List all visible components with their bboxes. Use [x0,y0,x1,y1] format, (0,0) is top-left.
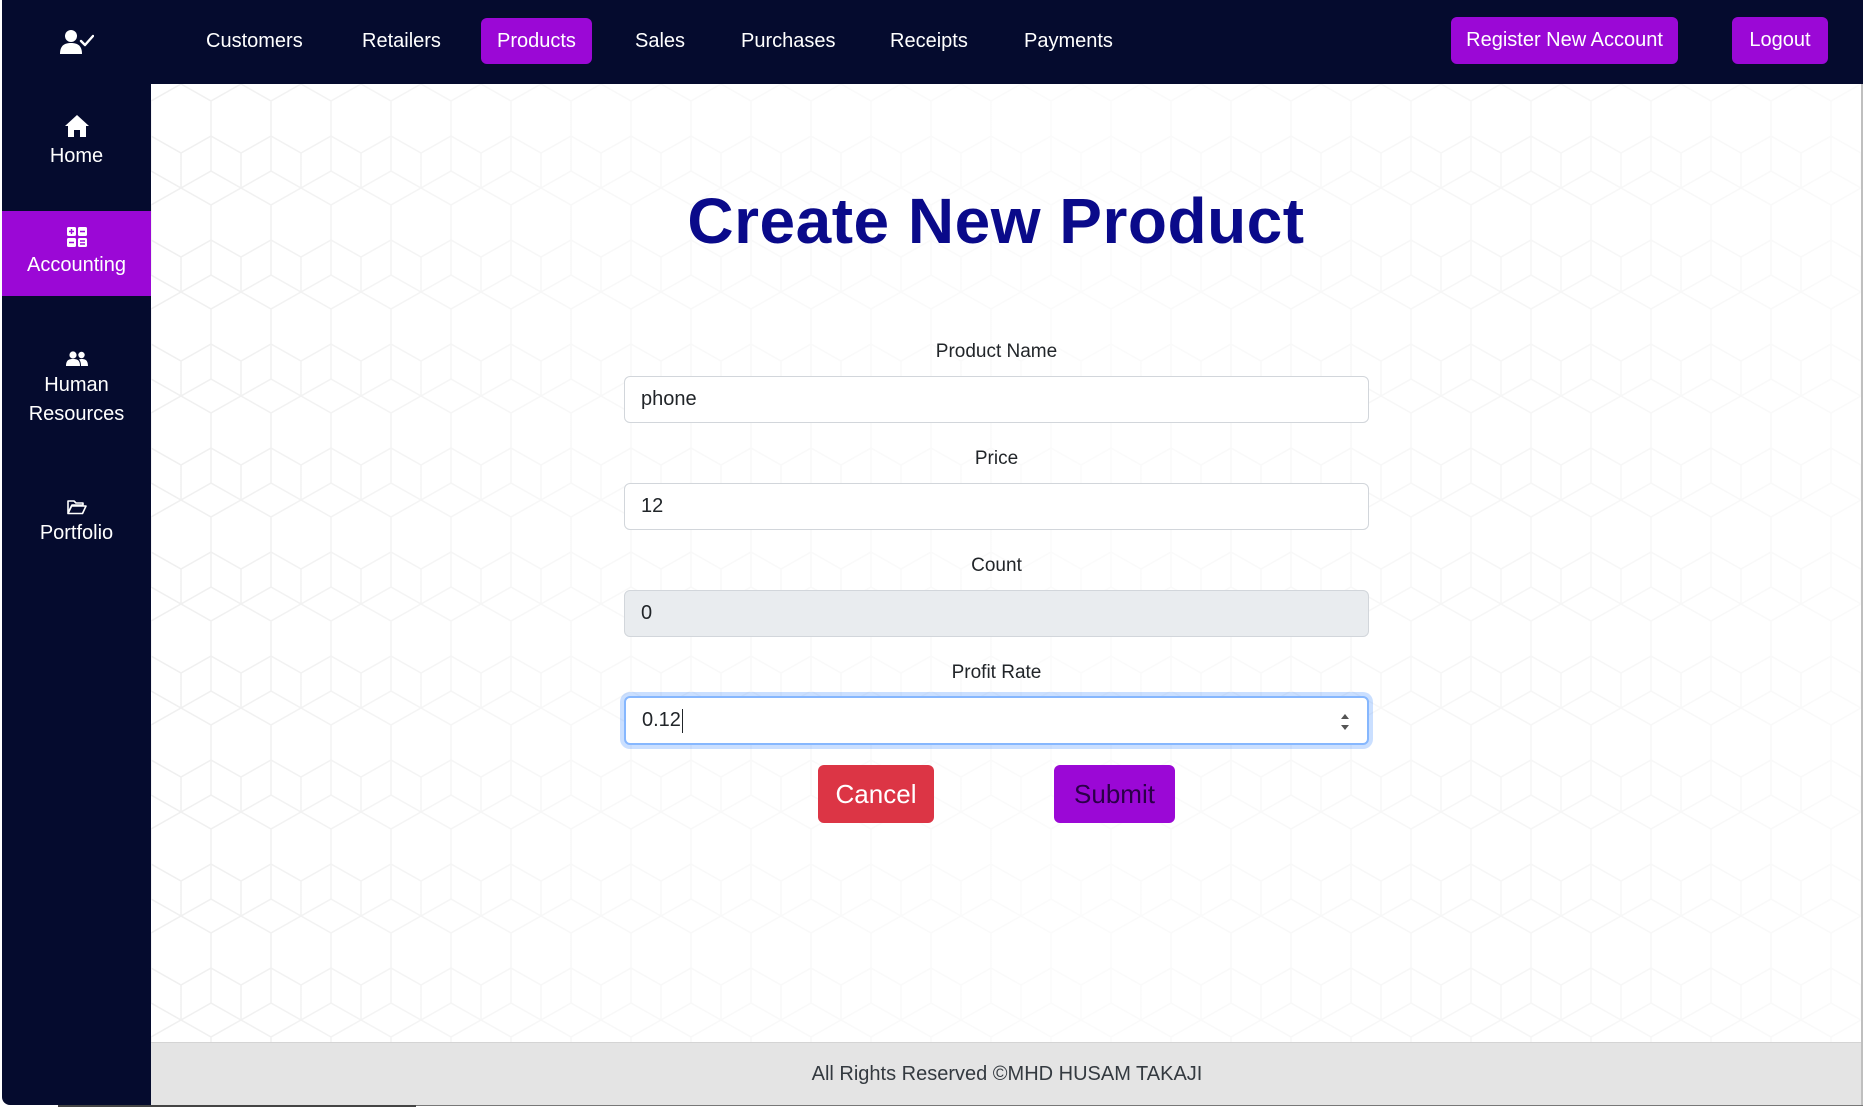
top-navbar: Customers Retailers Products Sales Purch… [151,0,1863,84]
main-content: Create New Product Product Name phone Pr… [151,84,1863,1042]
price-input[interactable]: 12 [624,483,1369,530]
user-check-icon[interactable] [2,0,151,84]
logout-button[interactable]: Logout [1732,17,1828,64]
profit-rate-label: Profit Rate [951,662,1042,683]
profit-rate-input[interactable]: 0.12 [624,696,1369,745]
text-caret [681,708,684,733]
app-page: Home Accounting Human Resources Portfoli… [0,0,1863,1109]
price-value: 12 [641,495,664,517]
sidebar-item-label: Human [44,374,109,396]
sidebar-item-label: Accounting [27,254,126,276]
nav-customers[interactable]: Customers [190,18,319,64]
submit-button[interactable]: Submit [1054,765,1175,823]
count-input: 0 [624,590,1369,637]
number-spinner-icon[interactable] [1339,711,1351,733]
folder-open-icon [66,499,87,514]
sidebar-item-label: Resources [28,403,125,425]
nav-purchases[interactable]: Purchases [725,18,852,64]
footer-copyright: All Rights Reserved ©MHD HUSAM TAKAJI [811,1062,1203,1085]
product-name-label: Product Name [935,341,1058,362]
product-name-input[interactable]: phone [624,376,1369,423]
register-new-account-button[interactable]: Register New Account [1451,17,1678,64]
page-title: Create New Product [687,185,1305,257]
bottom-divider [58,1105,416,1107]
sidebar-item-accounting[interactable]: Accounting [2,211,151,296]
nav-sales[interactable]: Sales [619,18,701,64]
nav-retailers[interactable]: Retailers [346,18,457,64]
price-label: Price [974,448,1019,469]
count-label: Count [971,555,1022,576]
cancel-button[interactable]: Cancel [818,765,934,823]
sidebar-item-portfolio[interactable]: Portfolio [2,488,151,558]
nav-payments[interactable]: Payments [1008,18,1129,64]
sidebar-item-home[interactable]: Home [2,100,151,184]
calculator-icon [66,227,87,247]
home-icon [64,114,89,137]
sidebar-item-label: Portfolio [39,521,114,544]
count-value: 0 [641,602,653,624]
profit-rate-value: 0.12 [642,709,681,731]
sidebar-item-human-resources[interactable]: Human Resources [2,340,151,440]
footer: All Rights Reserved ©MHD HUSAM TAKAJI [151,1042,1863,1105]
nav-products[interactable]: Products [481,18,592,64]
users-icon [65,351,88,366]
sidebar-item-label: Home [49,144,104,167]
nav-receipts[interactable]: Receipts [874,18,984,64]
product-name-value: phone [641,388,697,410]
sidebar: Home Accounting Human Resources Portfoli… [2,0,151,1105]
bottom-divider [416,1105,1863,1106]
